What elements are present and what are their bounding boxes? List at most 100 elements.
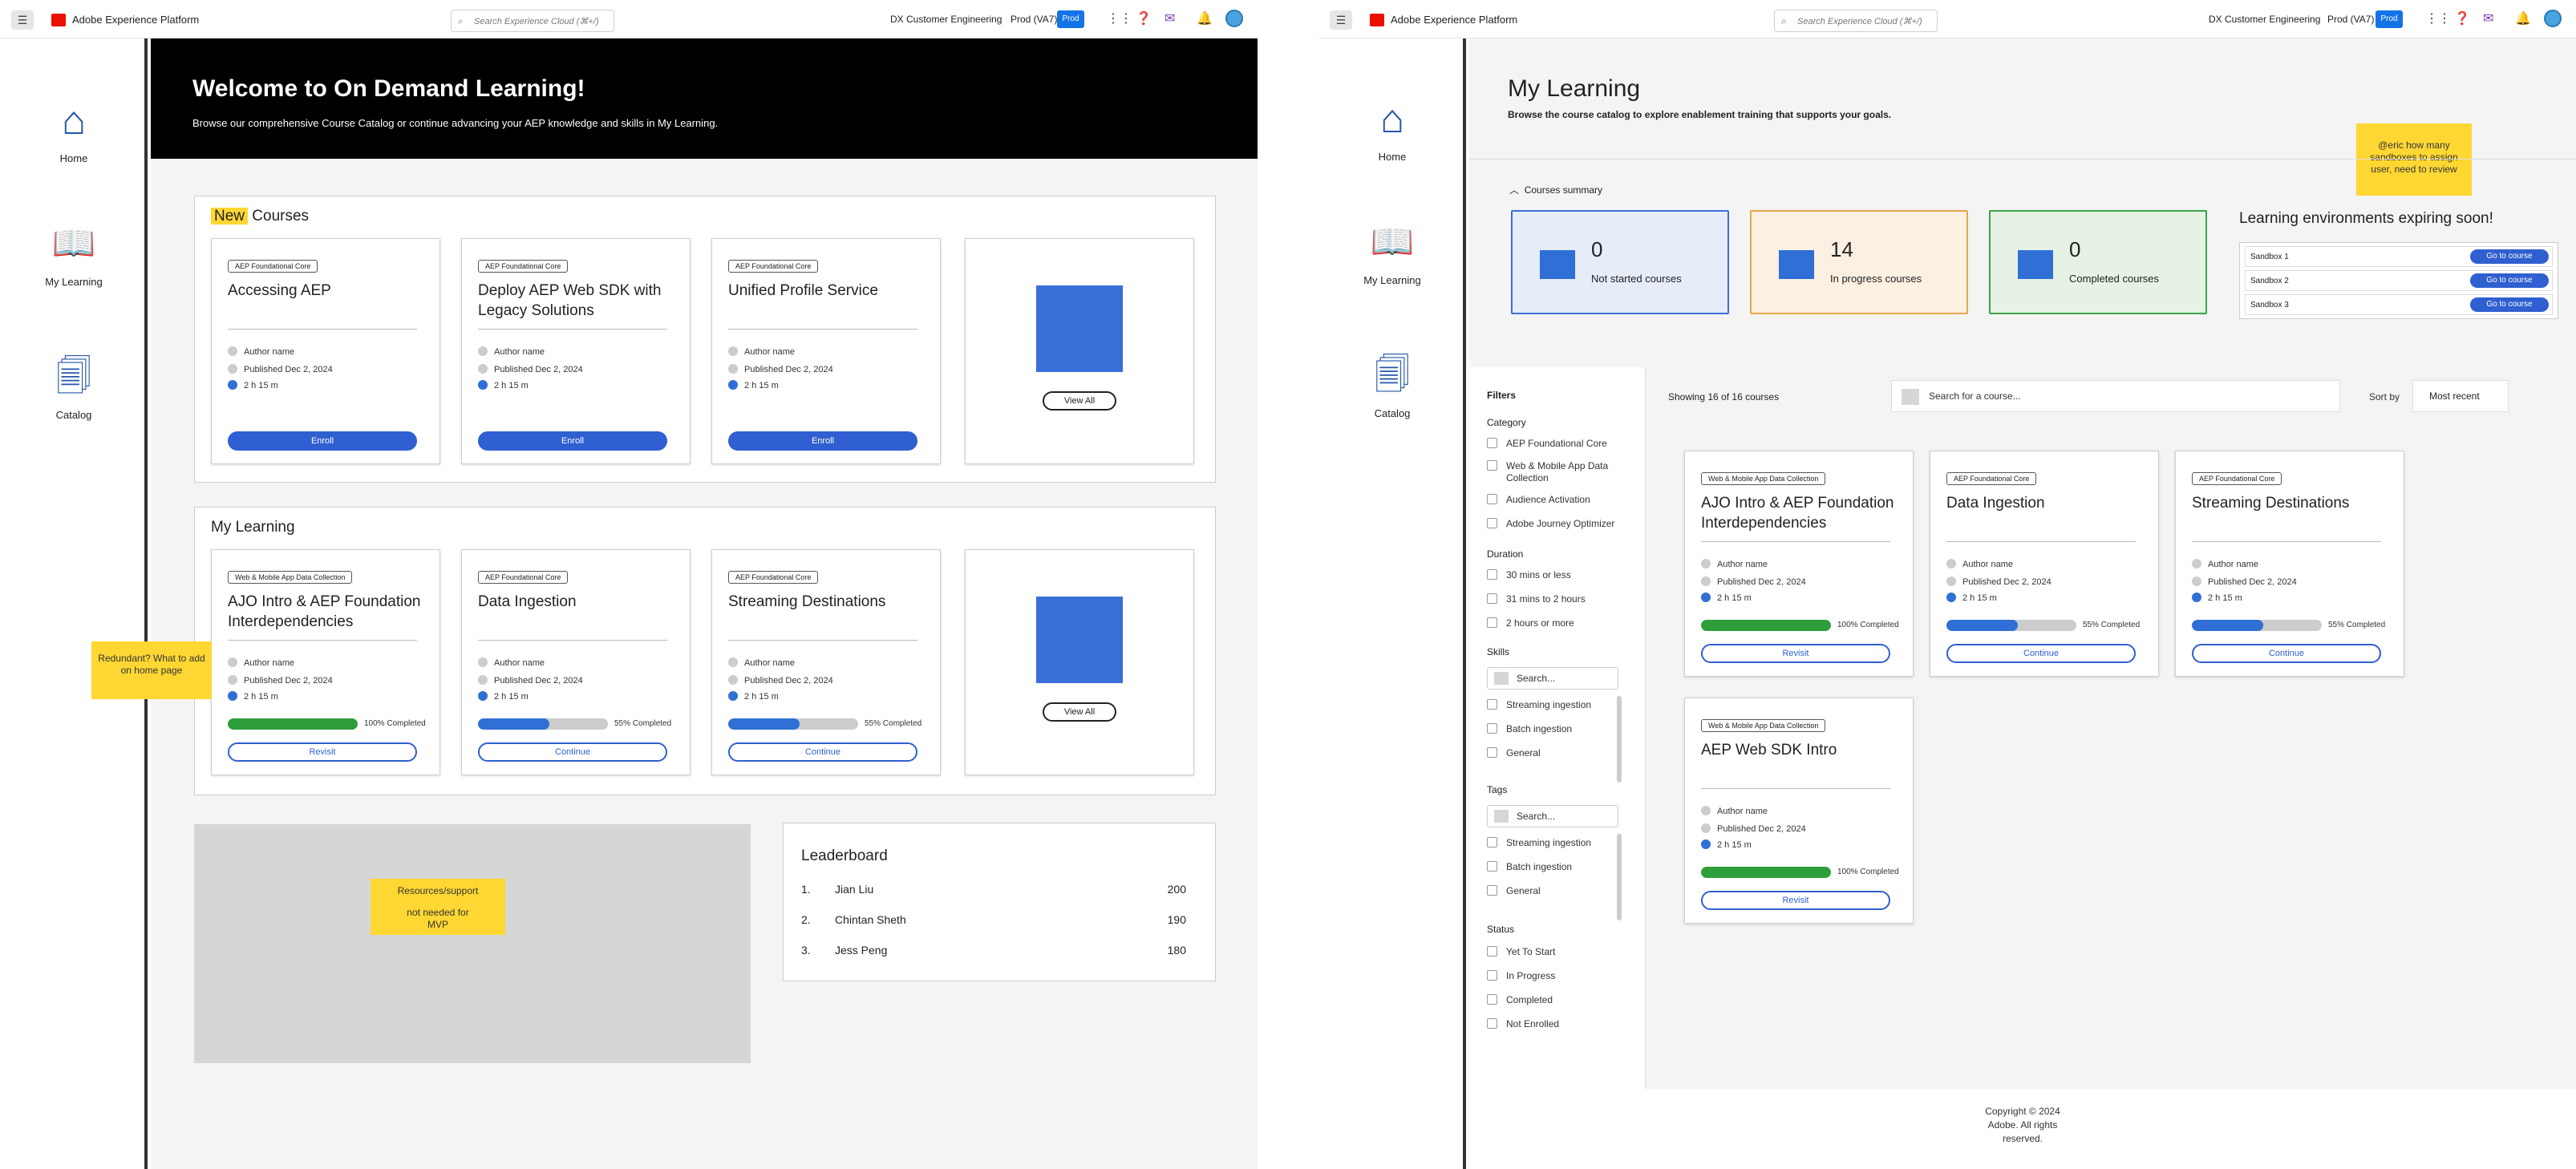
course-duration: 2 h 15 m (728, 691, 779, 702)
course-card[interactable]: AEP Foundational Core Streaming Destinat… (711, 549, 941, 775)
progress-fill (478, 718, 550, 730)
go-to-course-button[interactable]: Go to course (2470, 297, 2549, 312)
course-search-input[interactable]: Search for a course... (1891, 380, 2340, 412)
filter-checkbox[interactable]: Not Enrolled (1487, 1018, 1631, 1030)
filter-checkbox[interactable]: Streaming ingestion (1487, 837, 1631, 849)
copyright-text: Copyright © 2024 Adobe. All rights reser… (1985, 1106, 2060, 1144)
filter-checkbox[interactable]: Batch ingestion (1487, 861, 1631, 873)
nav-item-home[interactable]: ⌂ Home (0, 96, 148, 164)
nav-item-my-learning[interactable]: 📖 My Learning (0, 220, 148, 288)
feedback-icon[interactable]: ✉ (2483, 10, 2493, 26)
filter-checkbox[interactable]: In Progress (1487, 970, 1631, 982)
notifications-icon[interactable]: 🔔 (1197, 10, 1213, 26)
filter-checkbox[interactable]: 31 mins to 2 hours (1487, 593, 1631, 605)
course-card[interactable]: AEP Foundational Core Unified Profile Se… (711, 238, 941, 464)
course-card[interactable]: AEP Foundational Core Data Ingestion Aut… (461, 549, 691, 775)
clock-icon (478, 380, 488, 390)
course-card[interactable]: AEP Foundational Core Deploy AEP Web SDK… (461, 238, 691, 464)
nav-item-catalog[interactable]: 🗐 Catalog (0, 353, 148, 421)
continue-button[interactable]: Continue (478, 742, 667, 762)
course-card[interactable]: AEP Foundational Core Streaming Destinat… (2175, 451, 2404, 677)
course-card[interactable]: AEP Foundational Core Accessing AEP Auth… (211, 238, 440, 464)
env-badge[interactable]: Prod (2376, 10, 2403, 28)
filter-checkbox[interactable]: 30 mins or less (1487, 569, 1631, 581)
filter-checkbox[interactable]: Yet To Start (1487, 946, 1631, 958)
go-to-course-button[interactable]: Go to course (2470, 249, 2549, 264)
course-tag: AEP Foundational Core (228, 260, 318, 273)
progress-bar (1701, 867, 1831, 878)
app-title: Adobe Experience Platform (1391, 14, 1518, 26)
filter-checkbox[interactable]: Batch ingestion (1487, 723, 1631, 735)
enroll-button[interactable]: Enroll (228, 431, 417, 451)
nav-item-catalog[interactable]: 🗐 Catalog (1318, 351, 1466, 419)
continue-button[interactable]: Continue (728, 742, 917, 762)
filter-checkbox[interactable]: Adobe Journey Optimizer (1487, 518, 1631, 530)
continue-button[interactable]: Continue (1946, 644, 2136, 663)
help-icon[interactable]: ❓ (2454, 10, 2470, 26)
sandbox-switcher[interactable]: Prod (VA7) (1011, 14, 1057, 25)
author-icon (1701, 559, 1711, 568)
stat-icon (1779, 250, 1814, 279)
my-learning-title: My Learning (211, 519, 295, 536)
filter-checkbox[interactable]: 2 hours or more (1487, 617, 1631, 629)
revisit-button[interactable]: Revisit (228, 742, 417, 762)
nav-item-my-learning[interactable]: 📖 My Learning (1318, 218, 1466, 286)
course-duration: 2 h 15 m (1946, 593, 1997, 603)
go-to-course-button[interactable]: Go to course (2470, 273, 2549, 288)
notifications-icon[interactable]: 🔔 (2515, 10, 2531, 26)
image-placeholder (1036, 285, 1123, 372)
hamburger-menu-icon[interactable]: ☰ (11, 10, 34, 30)
progress-label: 100% Completed (1837, 621, 1899, 629)
divider (2192, 541, 2381, 542)
feedback-icon[interactable]: ✉ (1164, 10, 1175, 26)
avatar[interactable] (2544, 10, 2562, 27)
author-icon (2192, 559, 2201, 568)
view-all-button[interactable]: View All (1043, 391, 1116, 411)
summary-section: My Learning Browse the course catalog to… (1469, 38, 2576, 367)
org-switcher[interactable]: DX Customer Engineering (2209, 14, 2320, 25)
org-switcher[interactable]: DX Customer Engineering (890, 14, 1002, 25)
search-icon (1902, 389, 1919, 405)
courses-summary-toggle[interactable]: ︿ Courses summary (1509, 183, 1602, 196)
filter-checkbox[interactable]: General (1487, 747, 1631, 759)
apps-grid-icon[interactable]: ⋮⋮ (1107, 10, 1132, 26)
continue-button[interactable]: Continue (2192, 644, 2381, 663)
enroll-button[interactable]: Enroll (728, 431, 917, 451)
hero-title: Welcome to On Demand Learning! (192, 75, 585, 102)
revisit-button[interactable]: Revisit (1701, 891, 1890, 910)
course-card[interactable]: Web & Mobile App Data Collection AJO Int… (1684, 451, 1914, 677)
nav-rail: ⌂ Home 📖 My Learning 🗐 Catalog (0, 38, 148, 1169)
filter-checkbox[interactable]: Completed (1487, 994, 1631, 1006)
enroll-button[interactable]: Enroll (478, 431, 667, 451)
skills-search-input[interactable]: Search... (1487, 667, 1618, 690)
tags-search-input[interactable]: Search... (1487, 805, 1618, 827)
course-card[interactable]: AEP Foundational Core Data Ingestion Aut… (1930, 451, 2159, 677)
env-badge[interactable]: Prod (1057, 10, 1084, 28)
sandbox-switcher[interactable]: Prod (VA7) (2327, 14, 2374, 25)
course-published: Published Dec 2, 2024 (478, 364, 583, 374)
filter-checkbox[interactable]: General (1487, 885, 1631, 897)
filter-checkbox[interactable]: Audience Activation (1487, 494, 1631, 506)
nav-item-home[interactable]: ⌂ Home (1318, 95, 1466, 163)
book-icon: 📖 (1370, 222, 1415, 261)
avatar[interactable] (1225, 10, 1243, 27)
help-icon[interactable]: ❓ (1136, 10, 1152, 26)
calendar-icon (1701, 576, 1711, 586)
apps-grid-icon[interactable]: ⋮⋮ (2425, 10, 2451, 26)
course-card[interactable]: Web & Mobile App Data Collection AEP Web… (1684, 698, 1914, 924)
revisit-button[interactable]: Revisit (1701, 644, 1890, 663)
filter-checkbox[interactable]: Streaming ingestion (1487, 699, 1631, 711)
calendar-icon (228, 675, 237, 685)
global-search-input[interactable]: ⌕ Search Experience Cloud (⌘+/) (1774, 10, 1938, 32)
hamburger-menu-icon[interactable]: ☰ (1330, 10, 1352, 30)
progress-label: 55% Completed (2083, 621, 2141, 629)
course-card[interactable]: Web & Mobile App Data Collection AJO Int… (211, 549, 440, 775)
progress-label: 100% Completed (1837, 868, 1899, 876)
clock-icon (728, 691, 738, 701)
sort-select[interactable]: Most recent (2412, 380, 2509, 412)
filter-checkbox[interactable]: AEP Foundational Core (1487, 438, 1631, 450)
global-search-input[interactable]: ⌕ Search Experience Cloud (⌘+/) (451, 10, 614, 32)
view-all-button[interactable]: View All (1043, 702, 1116, 722)
filter-checkbox[interactable]: Web & Mobile App Data Collection (1487, 460, 1631, 484)
adobe-logo-icon (1370, 14, 1384, 26)
